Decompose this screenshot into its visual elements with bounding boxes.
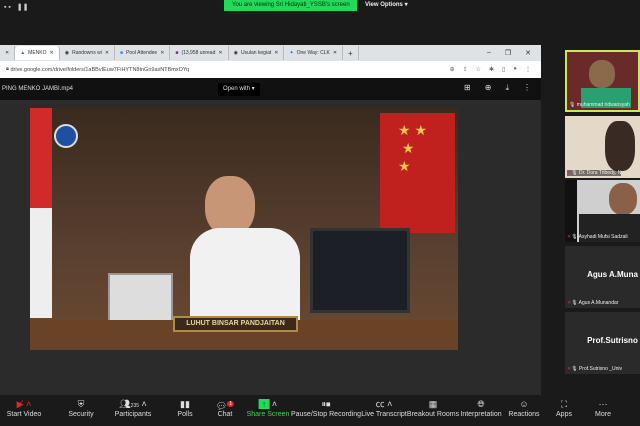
share-screen-icon: ↑ ˄ [247,398,290,411]
reactions-button[interactable]: ☺ Reactions [508,398,539,418]
view-options-button[interactable]: View Options ▾ [365,0,417,11]
apps-button[interactable]: ⛶ Apps [556,398,572,418]
participant-tile[interactable]: ✕🎙︎ Asyhadi Mufsi Sadzali [565,180,640,242]
download-icon[interactable]: ⤓ [505,83,509,93]
chat-button[interactable]: 💬︎ 1 Chat [215,398,235,418]
video-feed [589,60,615,88]
participant-gallery: 🎙︎ muhammad ridwansyah ✕🎙︎ Dr. Dora Trib… [563,48,640,383]
tab-label: (13,958 unread [181,50,216,56]
url-text: drive.google.com/drive/folders/1aBBvIEuw… [10,66,190,73]
viewing-banner: You are viewing Sri Hidayati_YSSB's scre… [224,0,357,11]
tab-bar: ✕ ▲ MENKO ✕ ◉ Randowns wi ✕ ■ Pool Attende… [0,45,541,61]
view-options-label: View Options [365,2,403,8]
profile-avatar[interactable]: ● [513,66,517,73]
polls-icon: ▮▮ [180,399,190,409]
breakout-icon: ▦ [428,399,438,409]
live-transcript-button[interactable]: ㏄ ˄ Live Transcript [361,398,407,418]
participant-tile[interactable]: ✕🎙︎ Dr. Dora Tribedy, N [565,116,640,178]
new-tab-button[interactable]: + [343,46,359,60]
video-player[interactable]: ★ ★ ★ ★ LUHUT BINSAR PANDJAITAN [30,108,458,350]
tab-randowns[interactable]: ◉ Randowns wi ✕ [60,46,116,60]
participant-display-name: Prof.Sutrisno [587,336,638,345]
monitor [310,228,410,313]
person-head [205,176,255,236]
polls-button[interactable]: ▮▮ Polls [177,398,192,418]
menu-icon[interactable]: ⋮ [525,66,531,73]
emblem-icon [54,124,78,148]
meeting-toolbar: ▶̸ ˄ Start Video ⛨ Security 👥︎235 ˄ Partici… [0,395,640,426]
video-feed [605,121,635,171]
person-body [190,228,300,323]
address-bar[interactable]: 🔒︎ drive.google.com/drive/folders/1aBBvI… [0,61,541,78]
participant-name: 🎙︎ muhammad ridwansyah [569,102,630,108]
zoom-top-bar: ▪ ▪ ❚❚ You are viewing Sri Hidayati_YSSB… [0,0,640,14]
tab-label: One Way: CLK [296,50,330,56]
start-video-button[interactable]: ▶̸ ˄ Start Video [7,398,42,418]
participant-name: ✕🎙︎ Asyhadi Mufsi Sadzali [567,234,628,240]
drive-viewer-header: PING MENKO JAMBI.mp4 Open with ▾ ⊞ ⊕ ⤓ ⋮ [0,78,541,100]
file-name: PING MENKO JAMBI.mp4 [2,86,74,92]
video-feed-edge [565,180,577,242]
open-with-button[interactable]: Open with ▾ [218,83,260,96]
tab-prev[interactable]: ✕ [0,46,16,60]
flag-red [30,108,52,208]
window-controls[interactable]: – ❐ ✕ [487,49,541,57]
window-controls-icon[interactable]: ▪ ▪ ❚❚ [4,3,28,11]
share-icon[interactable]: ⇪ [463,66,468,73]
tab-oneway[interactable]: ✦ One Way: CLK ✕ [284,46,344,60]
tab-pool[interactable]: ■ Pool Attendee ✕ [115,46,171,60]
open-with-label: Open with [223,86,251,92]
close-icon[interactable]: ✕ [525,49,531,57]
install-icon[interactable]: ⊕ [450,66,455,73]
add-shortcut-icon[interactable]: ⊕ [485,83,492,93]
more-icon: ··· [598,399,608,409]
participant-name: ✕🎙︎ Prof.Sutrisno _Univ [567,366,623,372]
start-video-label: Start Video [6,411,42,418]
participant-tile[interactable]: 🎙︎ muhammad ridwansyah [565,50,640,112]
participant-tile[interactable]: Agus A.Muna ✕🎙︎ Agus A.Munandar [565,246,640,308]
extensions-icon[interactable]: ✱ [489,66,494,73]
chat-icon: 💬︎ 1 [215,401,235,411]
sidepanel-icon[interactable]: ▯ [502,66,505,73]
cc-icon: ㏄ ˄ [375,399,393,409]
tab-label: Randowns wi [72,50,102,56]
flag-white [30,208,52,318]
more-button[interactable]: ··· More [595,398,611,418]
shield-icon: ⛨ [77,399,85,409]
globe-icon: 🌐︎ [477,399,485,409]
tab-label: Usulan kegiat [240,50,272,56]
tab-usulan[interactable]: ◉ Usulan kegiat ✕ [229,46,285,60]
participants-icon: 👥︎235 ˄ [119,399,147,409]
tab-menko[interactable]: ▲ MENKO ✕ [15,46,60,60]
shared-browser-window: ✕ ▲ MENKO ✕ ◉ Randowns wi ✕ ■ Pool Attende… [0,45,541,395]
video-off-icon: ▶̸ ˄ [16,399,32,409]
chat-badge: 1 [227,401,235,407]
apps-icon: ⛶ [560,399,568,409]
tab-label: MENKO [28,50,47,56]
smiley-icon: ☺ [519,399,529,409]
participants-button[interactable]: 👥︎235 ˄ Participants [115,398,152,418]
participant-name: ✕🎙︎ Dr. Dora Tribedy, N [567,170,622,176]
participant-tile[interactable]: Prof.Sutrisno ✕🎙︎ Prof.Sutrisno _Univ [565,312,640,374]
restore-icon[interactable]: ❐ [505,49,511,57]
video-feed [609,183,637,215]
more-icon[interactable]: ⋮ [523,83,531,93]
star-icon[interactable]: ☆ [476,66,481,73]
interpretation-button[interactable]: 🌐︎ Interpretation [460,398,501,418]
tab-label: Pool Attendee [126,50,158,56]
pause-stop-icon: ⏸⏹ [321,399,331,409]
participant-name: ✕🎙︎ Agus A.Munandar [567,300,619,306]
share-screen-button[interactable]: ↑ ˄ Share Screen [247,398,290,418]
participant-display-name: Agus A.Muna [587,270,638,279]
recording-button[interactable]: ⏸⏹ Pause/Stop Recording [291,398,361,418]
star-flag: ★ ★ ★ ★ [380,113,455,233]
tab-mail[interactable]: ■ (13,958 unread ✕ [170,46,229,60]
breakout-rooms-button[interactable]: ▦ Breakout Rooms [407,398,459,418]
security-button[interactable]: ⛨ Security [68,398,93,418]
nameplate: LUHUT BINSAR PANDJAITAN [173,316,298,332]
add-to-drive-icon[interactable]: ⊞ [464,83,471,93]
minimize-icon[interactable]: – [487,49,491,57]
